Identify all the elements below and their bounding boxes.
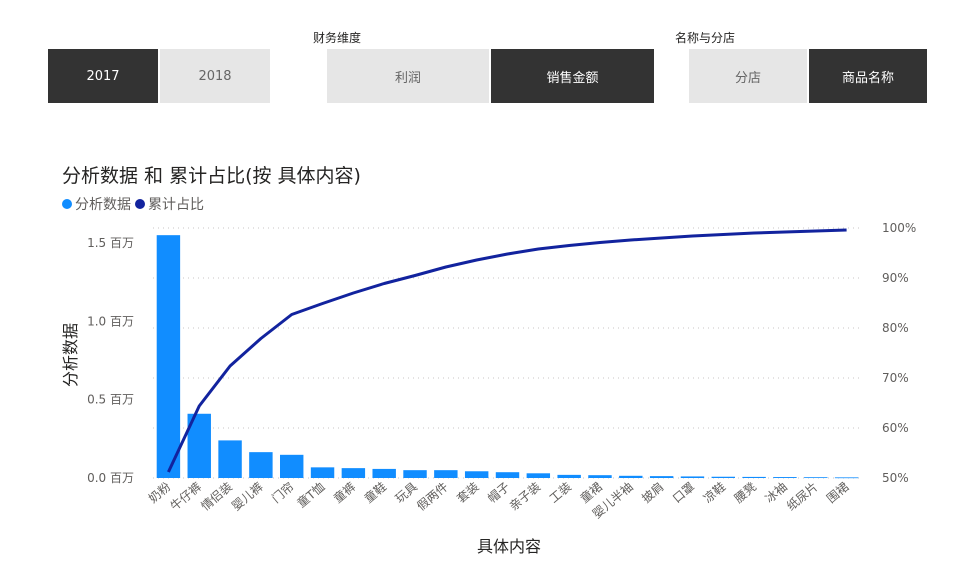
bar[interactable] bbox=[711, 476, 735, 478]
bar[interactable] bbox=[156, 235, 181, 478]
x-tick-label: 童裤 bbox=[330, 479, 358, 506]
bar[interactable] bbox=[834, 477, 859, 479]
pareto-chart: 0.0 百万 0.5 百万 1.0 百万 1.5 百万 50% 60% 70% 80% 90%… bbox=[61, 221, 916, 556]
bar[interactable] bbox=[742, 476, 766, 478]
y-tick-label: 0.0 百万 bbox=[87, 471, 134, 485]
bar[interactable] bbox=[495, 472, 520, 478]
y2-tick-label: 90% bbox=[882, 271, 909, 285]
x-tick-label: 假两件 bbox=[414, 480, 451, 514]
x-axis-title: 具体内容 bbox=[477, 537, 541, 556]
y-tick-label: 1.5 百万 bbox=[87, 236, 134, 250]
bar[interactable] bbox=[680, 476, 705, 478]
bar[interactable] bbox=[619, 475, 643, 478]
x-tick-label: 纸尿片 bbox=[784, 480, 821, 514]
x-tick-label: 披肩 bbox=[639, 479, 667, 506]
y2-tick-label: 60% bbox=[882, 421, 909, 435]
x-tick-label: 腰凳 bbox=[731, 479, 759, 506]
bar[interactable] bbox=[218, 440, 242, 478]
x-tick-label: 婴儿裤 bbox=[229, 480, 266, 514]
x-tick-label: 工装 bbox=[547, 480, 574, 506]
bar[interactable] bbox=[280, 454, 304, 478]
bar[interactable] bbox=[434, 470, 458, 478]
x-tick-label: 童T恤 bbox=[294, 479, 328, 511]
bar[interactable] bbox=[464, 471, 489, 478]
x-tick-label: 童鞋 bbox=[361, 479, 389, 506]
bar[interactable] bbox=[310, 467, 335, 478]
x-tick-label: 牛仔裤 bbox=[167, 479, 204, 514]
bar[interactable] bbox=[403, 470, 427, 478]
y2-tick-label: 100% bbox=[882, 221, 916, 235]
y2-tick-label: 70% bbox=[882, 371, 909, 385]
y-tick-label: 1.0 百万 bbox=[87, 314, 134, 328]
y-tick-label: 0.5 百万 bbox=[87, 393, 134, 407]
bar[interactable] bbox=[649, 476, 674, 478]
y2-tick-label: 80% bbox=[882, 321, 909, 335]
x-tick-label: 套装 bbox=[454, 480, 481, 506]
bar[interactable] bbox=[588, 475, 612, 478]
bar[interactable] bbox=[773, 477, 797, 478]
x-tick-label: 门帘 bbox=[269, 479, 297, 506]
bar[interactable] bbox=[341, 468, 366, 478]
x-tick-label: 亲子装 bbox=[507, 480, 544, 514]
x-tick-label: 情侣装 bbox=[198, 479, 235, 514]
bar[interactable] bbox=[526, 473, 551, 478]
bar[interactable] bbox=[804, 477, 828, 479]
x-tick-label: 凉鞋 bbox=[700, 479, 728, 506]
x-tick-label: 口罩 bbox=[670, 480, 697, 506]
y-axis-title: 分析数据 bbox=[61, 323, 80, 387]
cumulative-line[interactable] bbox=[167, 228, 847, 473]
x-tick-label: 围裙 bbox=[824, 480, 851, 506]
y2-tick-label: 50% bbox=[882, 471, 909, 485]
bar[interactable] bbox=[249, 452, 273, 478]
bar[interactable] bbox=[557, 474, 581, 478]
bar[interactable] bbox=[372, 468, 396, 478]
